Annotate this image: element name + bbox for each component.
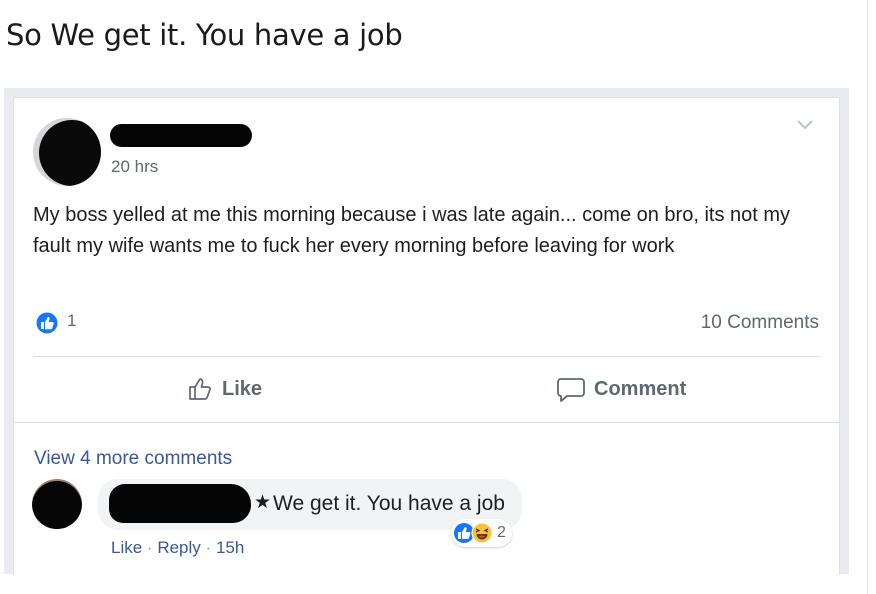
comment-actions: Like · Reply · 15h bbox=[111, 538, 244, 558]
comment-time-link[interactable]: 15h bbox=[216, 538, 244, 557]
thumbs-up-icon bbox=[189, 378, 211, 400]
star-icon: ★ bbox=[254, 492, 272, 513]
comment-reply-link[interactable]: Reply bbox=[157, 538, 200, 557]
meme-caption: So We get it. You have a job bbox=[6, 18, 403, 52]
author-name-redaction bbox=[110, 124, 252, 147]
comment-reactions[interactable]: 2 bbox=[451, 519, 531, 547]
comment-label: Comment bbox=[594, 377, 687, 400]
separator: · bbox=[146, 538, 153, 557]
comment-like-link[interactable]: Like bbox=[111, 538, 142, 557]
author-avatar[interactable] bbox=[33, 118, 101, 186]
like-count[interactable]: 1 bbox=[67, 311, 76, 331]
divider bbox=[33, 356, 820, 357]
chevron-down-icon[interactable] bbox=[795, 118, 815, 132]
avatar-redaction bbox=[39, 120, 101, 186]
post-timestamp[interactable]: 20 hrs bbox=[111, 157, 158, 177]
like-badge-icon[interactable] bbox=[35, 311, 59, 335]
comment-text: We get it. You have a job bbox=[273, 492, 505, 515]
commenter-name-redaction bbox=[109, 484, 251, 523]
like-button[interactable]: Like bbox=[186, 374, 262, 404]
like-label: Like bbox=[222, 377, 263, 400]
view-more-comments-link[interactable]: View 4 more comments bbox=[34, 448, 232, 470]
post-text: My boss yelled at me this morning becaus… bbox=[33, 204, 791, 257]
post-card: 20 hrs My boss yelled at me this morning… bbox=[13, 97, 840, 575]
comment-count-link[interactable]: 10 Comments bbox=[701, 312, 819, 334]
haha-reaction-icon bbox=[471, 522, 493, 544]
page-edge-rule bbox=[867, 0, 868, 594]
separator: · bbox=[205, 538, 212, 557]
reaction-count: 2 bbox=[497, 524, 506, 541]
comment-bubble-icon bbox=[557, 378, 585, 402]
comment-button[interactable]: Comment bbox=[556, 374, 686, 404]
divider bbox=[14, 422, 839, 423]
commenter-avatar[interactable] bbox=[32, 479, 82, 529]
avatar-redaction bbox=[32, 481, 82, 529]
